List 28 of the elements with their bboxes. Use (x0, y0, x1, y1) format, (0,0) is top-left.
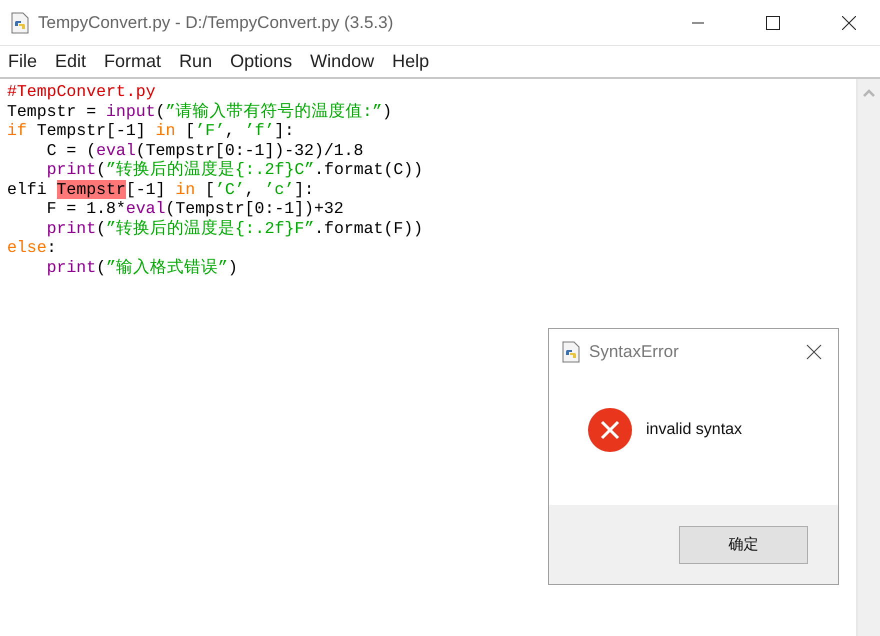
python-file-icon (10, 12, 30, 34)
code-line: F = 1.8*eval(Tempstr[0:-1])+32 (46, 199, 344, 218)
code-line: Tempstr = input(”请输入带有符号的温度值:”) (7, 102, 392, 121)
code-line: print(”转换后的温度是{:.2f}C”.format(C)) (46, 160, 424, 180)
maximize-icon[interactable] (766, 16, 780, 30)
code-line: print(”输入格式错误”) (46, 258, 238, 277)
code-line: print(”转换后的温度是{:.2f}F”.format(F)) (46, 218, 424, 238)
code-line: C = (eval(Tempstr[0:-1])-32)/1.8 (46, 140, 364, 160)
error-message: invalid syntax (646, 421, 742, 439)
error-icon (587, 407, 633, 453)
menu-item[interactable]: Window (302, 51, 382, 72)
menu-item[interactable]: File (0, 51, 46, 72)
scrollbar[interactable] (858, 79, 880, 636)
code-line: #TempConvert.py (7, 82, 156, 102)
menu-item[interactable]: Edit (47, 51, 94, 72)
close-icon[interactable] (842, 16, 856, 30)
close-icon[interactable] (806, 344, 822, 360)
code-line: else: (7, 238, 57, 258)
menu-item[interactable]: Help (384, 51, 438, 72)
menu-item[interactable]: Format (96, 51, 170, 72)
menu-item[interactable]: Options (222, 51, 300, 72)
python-file-icon (561, 341, 581, 363)
code-line: if Tempstr[-1] in [’F’, ’f’]: (7, 121, 294, 140)
ok-button[interactable]: 确定 (679, 526, 808, 564)
menu-item[interactable]: Run (171, 51, 220, 72)
code-line: elfi Tempstr[-1] in [’C’, ’c’]: (7, 180, 314, 199)
window-title: TempyConvert.py - D:/TempyConvert.py (3.5.3) (38, 12, 394, 32)
dialog-title: SyntaxError (589, 342, 679, 362)
